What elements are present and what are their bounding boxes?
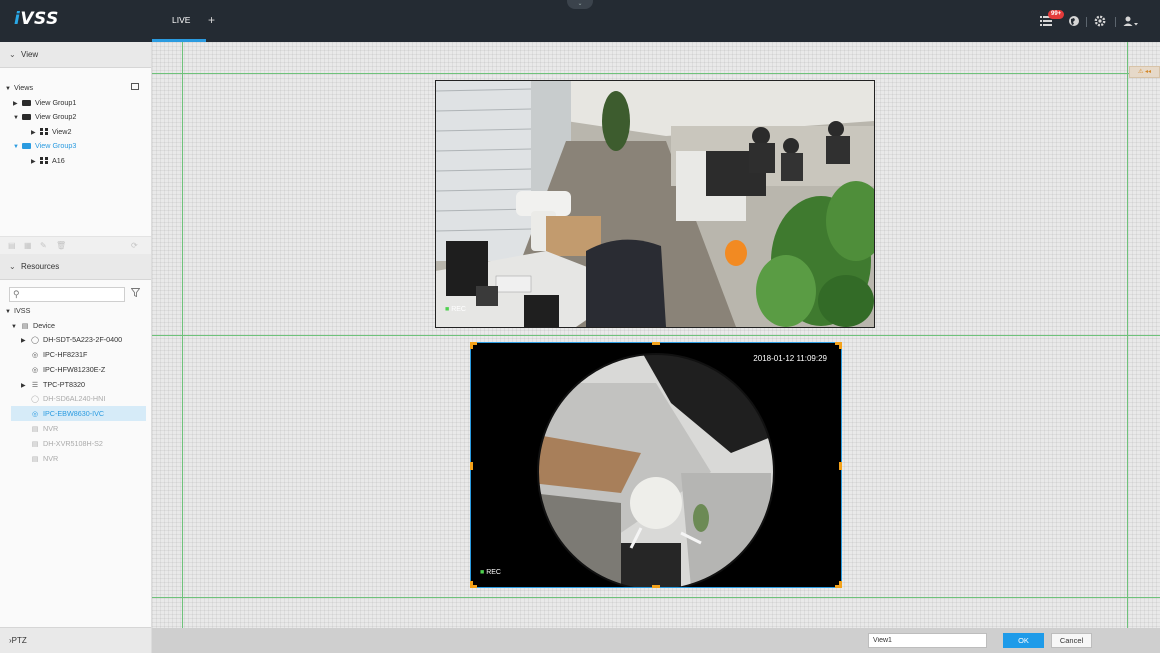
caret-right-icon: ▶: [21, 338, 26, 344]
live-view-canvas[interactable]: ⚠ ◂◂ ■ REC 2018-01-12 11:09:29 ■ REC: [152, 42, 1160, 628]
camera-icon: ◎: [31, 411, 39, 418]
add-view-group-icon[interactable]: ▤: [8, 241, 16, 250]
thermal-camera-icon: ☰: [31, 382, 39, 389]
left-panel: ⌄ View ▼ Views ▶ View Group1 ▼ View Group2 ▶…: [0, 42, 152, 653]
top-bar: iVSS LIVE + ⌄ 99+: [0, 0, 1160, 42]
tree-node-device-1[interactable]: ▶ ◯ DH-SDT-5A223-2F-0400: [21, 333, 122, 347]
tree-node-a16[interactable]: ▶ A16: [23, 154, 65, 168]
view-section-title: View: [21, 50, 39, 59]
search-icon: ⚲: [13, 289, 20, 299]
resize-handle[interactable]: [470, 581, 473, 588]
view-grid-icon: [40, 128, 48, 135]
video-timestamp: 2018-01-12 11:09:29: [753, 354, 827, 363]
resize-handle[interactable]: [839, 581, 842, 588]
record-icon: ■: [445, 306, 450, 313]
tab-live[interactable]: LIVE: [152, 0, 206, 42]
video-window-office[interactable]: ■ REC: [435, 80, 875, 328]
collapse-header-handle[interactable]: ⌄: [567, 0, 593, 9]
tree-node-device-9[interactable]: ▤ NVR: [30, 452, 59, 466]
filter-icon[interactable]: [130, 288, 141, 299]
warning-tag[interactable]: ⚠ ◂◂: [1129, 66, 1160, 78]
rec-indicator: ■ REC: [445, 306, 466, 313]
folder-icon: [22, 100, 31, 106]
ptz-camera-icon: ◯: [31, 396, 39, 403]
tree-node-views[interactable]: ▼ Views: [5, 81, 33, 95]
app-root: iVSS LIVE + ⌄ 99+ ⌄ View ▼ Views ▶ View Gro…: [0, 0, 1160, 653]
resize-handle[interactable]: [839, 462, 842, 470]
resource-search-input[interactable]: ⚲: [9, 287, 125, 302]
caret-right-icon: ▶: [13, 101, 18, 107]
nvr-icon: ▤: [31, 441, 39, 448]
chevron-down-icon: ⌄: [9, 50, 16, 59]
guide-line: [152, 73, 1160, 74]
rec-indicator: ■ REC: [480, 569, 501, 576]
new-window-icon[interactable]: [131, 83, 139, 90]
folder-icon: [22, 114, 31, 120]
tree-node-device-2[interactable]: ◎ IPC-HF8231F: [30, 348, 87, 362]
tree-node-device-8[interactable]: ▤ DH-XVR5108H-S2: [30, 437, 103, 451]
resize-handle[interactable]: [839, 342, 842, 349]
resize-handle[interactable]: [652, 342, 660, 345]
device-folder-icon: ▤: [21, 323, 29, 330]
ptz-section-header[interactable]: ›PTZ: [0, 627, 151, 653]
edit-icon[interactable]: ✎: [40, 241, 47, 250]
video-window-fisheye[interactable]: 2018-01-12 11:09:29 ■ REC: [470, 342, 842, 588]
guide-line: [152, 597, 1160, 598]
tree-node-view2[interactable]: ▶ View2: [23, 125, 71, 139]
resize-handle[interactable]: [470, 342, 473, 349]
nvr-icon: ▤: [31, 426, 39, 433]
add-view-icon[interactable]: ▦: [24, 241, 32, 250]
folder-icon: [22, 143, 31, 149]
caret-right-icon: ▶: [31, 159, 36, 165]
tree-node-ivss[interactable]: ▼ IVSS: [5, 304, 30, 318]
view-tree-toolbar: ▤ ▦ ✎ 🗑 ⟳: [0, 236, 151, 254]
tree-node-device-5[interactable]: ◯ DH-SD6AL240-HNI: [30, 392, 105, 406]
globe-icon[interactable]: [1068, 15, 1080, 30]
settings-gear-icon[interactable]: [1094, 15, 1106, 30]
tree-node-view-group2[interactable]: ▼ View Group2: [13, 110, 76, 124]
tree-node-device-6[interactable]: ◎ IPC-EBW8630-IVC: [30, 407, 104, 421]
add-tab-button[interactable]: +: [208, 13, 215, 27]
caret-down-icon: ▼: [13, 144, 19, 150]
chevron-down-icon: ⌄: [9, 262, 16, 271]
toolbar-separator: [1086, 17, 1087, 27]
tree-node-view-group3[interactable]: ▼ View Group3: [13, 139, 76, 153]
sync-icon[interactable]: ⟳: [131, 241, 138, 250]
tree-node-device-7[interactable]: ▤ NVR: [30, 422, 59, 436]
camera-icon: ◎: [31, 352, 39, 359]
resize-handle[interactable]: [470, 462, 473, 470]
record-icon: ■: [480, 569, 485, 576]
ptz-section-title: PTZ: [11, 636, 27, 645]
ptz-camera-icon: ◯: [31, 337, 39, 344]
camera-icon: ◎: [31, 367, 39, 374]
resources-section-header[interactable]: ⌄ Resources: [0, 254, 151, 280]
resize-handle[interactable]: [652, 585, 660, 588]
delete-icon[interactable]: 🗑: [56, 241, 66, 250]
view-name-input[interactable]: [868, 633, 987, 648]
view-section-header[interactable]: ⌄ View: [0, 42, 151, 68]
tree-node-view-group1[interactable]: ▶ View Group1: [13, 96, 76, 110]
nvr-icon: ▤: [31, 456, 39, 463]
tree-node-device-3[interactable]: ◎ IPC-HFW81230E-Z: [30, 363, 105, 377]
view-grid-icon: [40, 157, 48, 164]
caret-right-icon: ▶: [21, 383, 26, 389]
tree-node-device[interactable]: ▼ ▤ Device: [11, 319, 55, 333]
alarm-count-badge: 99+: [1048, 10, 1065, 19]
caret-right-icon: ▶: [31, 130, 36, 136]
bottom-bar: OK Cancel: [152, 628, 1160, 653]
resources-section-title: Resources: [21, 262, 60, 271]
toolbar-separator: [1115, 17, 1116, 27]
fisheye-camera-feed: [471, 343, 841, 587]
tree-node-device-4[interactable]: ▶ ☰ TPC-PT8320: [21, 378, 85, 392]
cancel-button[interactable]: Cancel: [1051, 633, 1092, 648]
guide-line: [182, 42, 183, 628]
ok-button[interactable]: OK: [1003, 633, 1044, 648]
user-icon[interactable]: [1123, 15, 1139, 30]
caret-down-icon: ▼: [11, 324, 17, 330]
app-logo: iVSS: [14, 9, 59, 29]
office-camera-feed: [436, 81, 874, 327]
guide-line: [152, 335, 1160, 336]
caret-down-icon: ▼: [13, 115, 19, 121]
guide-line: [1127, 42, 1128, 628]
